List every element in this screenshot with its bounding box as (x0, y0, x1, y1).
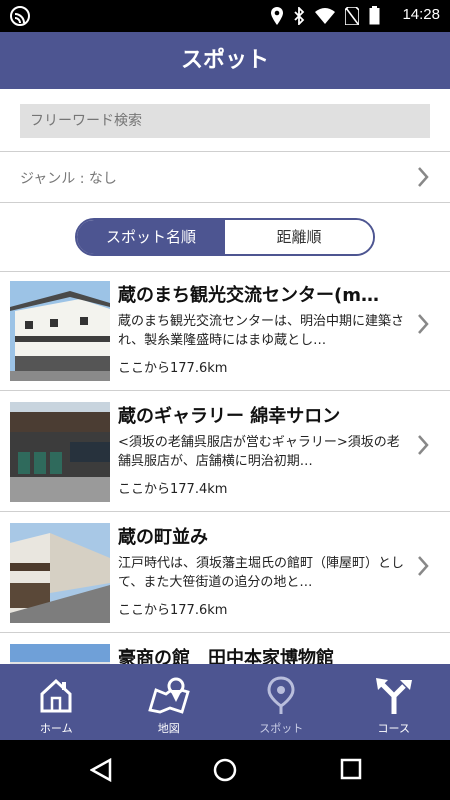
spot-thumbnail (10, 281, 110, 381)
wifi-icon (315, 7, 335, 28)
spot-description: 江戸時代は、須坂藩主堀氏の館町（陣屋町）として、また大笹街道の追分の地と… (118, 556, 405, 590)
spot-description: 蔵のまち観光交流センターは、明治中期に建築され、製糸業隆盛時にはまゆ蔵とし… (118, 314, 405, 348)
spot-list-item[interactable]: 蔵のギャラリー 綿幸サロン <須坂の老舗呉服店が営むギャラリー>須坂の老舗呉服店… (0, 392, 450, 512)
divider (0, 511, 450, 512)
map-icon (147, 676, 190, 718)
back-icon[interactable] (89, 757, 112, 786)
home-button-icon[interactable] (213, 758, 237, 786)
spot-distance: ここから177.4km (118, 482, 228, 497)
spot-list-item[interactable]: 蔵の町並み 江戸時代は、須坂藩主堀氏の館町（陣屋町）として、また大笹街道の追分の… (0, 513, 450, 633)
spot-thumbnail (10, 523, 110, 623)
spot-name: 蔵のまち観光交流センター(m… (118, 285, 379, 306)
pin-icon (266, 676, 296, 720)
nav-spot-label: スポット (259, 722, 304, 735)
spot-name: 蔵の町並み (118, 527, 208, 548)
chevron-right-icon (416, 555, 430, 581)
sort-by-distance-button[interactable]: 距離順 (225, 220, 373, 254)
spot-description: <須坂の老舗呉服店が営むギャラリー>須坂の老舗呉服店が、店舗横に明治初期… (118, 435, 400, 469)
bluetooth-icon (293, 5, 305, 29)
battery-icon (369, 6, 380, 29)
cast-icon (10, 6, 30, 30)
chevron-right-icon (416, 434, 430, 460)
spot-list-item[interactable]: 蔵のまち観光交流センター(m… 蔵のまち観光交流センターは、明治中期に建築され、… (0, 271, 450, 391)
clock: 14:28 (402, 6, 440, 23)
nav-spot[interactable]: スポット (225, 664, 338, 740)
nav-map-label: 地図 (157, 722, 180, 735)
search-input[interactable] (20, 104, 430, 138)
home-icon (37, 676, 75, 718)
bottom-navigation: ホーム 地図 スポット コース (0, 664, 450, 740)
spot-distance: ここから177.6km (118, 603, 228, 618)
spot-distance: ここから177.6km (118, 361, 228, 376)
nav-home-label: ホーム (39, 722, 73, 735)
route-icon (374, 676, 414, 720)
spot-thumbnail (10, 402, 110, 502)
search-section (0, 89, 450, 152)
nav-course-label: コース (377, 722, 410, 735)
divider (0, 390, 450, 391)
app-bar: スポット (0, 32, 450, 89)
status-bar: 14:28 (0, 0, 450, 32)
chevron-right-icon (416, 166, 430, 192)
sort-by-name-button[interactable]: スポット名順 (77, 220, 225, 254)
nav-home[interactable]: ホーム (0, 664, 113, 740)
nav-course[interactable]: コース (338, 664, 450, 740)
nav-map[interactable]: 地図 (113, 664, 226, 740)
genre-filter-row[interactable]: ジャンル : なし (0, 152, 450, 203)
divider (0, 632, 450, 633)
chevron-right-icon (416, 313, 430, 339)
sort-toggle: スポット名順 距離順 (75, 218, 375, 256)
location-icon (271, 6, 283, 29)
page-title: スポット (180, 48, 269, 73)
system-navigation-bar (0, 740, 450, 800)
spot-name: 蔵のギャラリー 綿幸サロン (118, 406, 341, 427)
genre-label: ジャンル : なし (20, 171, 117, 187)
recents-icon[interactable] (340, 758, 362, 784)
no-sim-icon (344, 5, 360, 29)
